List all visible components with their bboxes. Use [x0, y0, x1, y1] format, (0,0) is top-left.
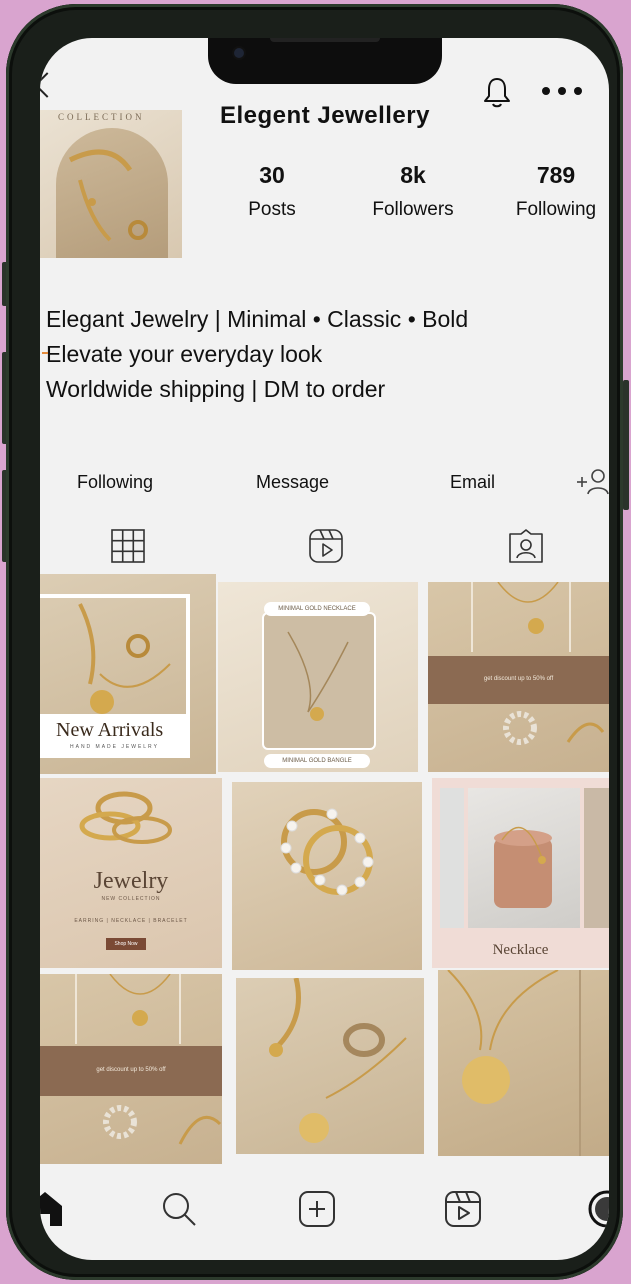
stat-followers-count: 8k: [400, 162, 426, 188]
speaker: [270, 38, 380, 42]
chevron-left-icon[interactable]: [40, 72, 60, 98]
post-subtitle: NEW COLLECTION: [101, 896, 161, 902]
stat-following-count: 789: [536, 162, 576, 188]
avatar-caption: COLLECTION: [58, 112, 145, 122]
post-banner: get discount up to 50% off: [483, 676, 554, 682]
email-button[interactable]: Email: [450, 472, 495, 493]
bio-line: Elevate your everyday look: [46, 341, 323, 367]
post-title: Necklace: [492, 942, 549, 958]
post-necklace[interactable]: Necklace: [432, 778, 609, 968]
post-top-label: MINIMAL GOLD NECKLACE: [264, 602, 370, 616]
avatar[interactable]: COLLECTION: [40, 110, 182, 258]
bell-icon[interactable]: [482, 76, 512, 108]
profile-username: Elegent Jewellery: [220, 102, 430, 129]
post-new-arrivals[interactable]: New Arrivals HAND MADE JEWELRY: [40, 574, 216, 774]
reels-icon[interactable]: [308, 528, 344, 564]
profile-bio: Elegant Jewelry | Minimal • Classic • Bo…: [42, 302, 606, 407]
post-title: New Arrivals: [56, 719, 164, 741]
post-ring-pendant[interactable]: [236, 978, 424, 1154]
notch: [208, 38, 442, 84]
stat-posts[interactable]: 30 Posts: [240, 162, 304, 221]
post-title: Jewelry: [93, 868, 169, 894]
jewelry-illustration: [68, 149, 148, 242]
add-user-icon[interactable]: [576, 468, 609, 496]
app-screen: COLLECTION Elegent Jewellery 30 Posts 8k…: [40, 38, 609, 1260]
post-discount[interactable]: get discount up to 50% off: [428, 582, 609, 772]
post-jewelry[interactable]: Jewelry NEW COLLECTION EARRING | NECKLAC…: [40, 778, 222, 968]
post-tags: EARRING | NECKLACE | BRACELET: [74, 918, 188, 924]
bio-line: Worldwide shipping | DM to order: [46, 376, 386, 402]
bio-line: Elegant Jewelry | Minimal • Classic • Bo…: [46, 306, 469, 332]
home-icon[interactable]: [40, 1190, 64, 1228]
profile-icon[interactable]: [588, 1190, 609, 1228]
stat-followers-label: Followers: [372, 199, 454, 220]
stat-following-label: Following: [515, 199, 597, 220]
post-subtitle: HAND MADE JEWELRY: [70, 744, 159, 750]
reels-icon[interactable]: [444, 1190, 482, 1228]
more-icon[interactable]: [540, 86, 584, 96]
grid-icon[interactable]: [110, 528, 146, 564]
post-banner: get discount up to 50% off: [96, 1067, 166, 1073]
phone-frame: COLLECTION Elegent Jewellery 30 Posts 8k…: [6, 4, 623, 1280]
post-bottom-label: MINIMAL GOLD BANGLE: [264, 754, 370, 768]
search-icon[interactable]: [160, 1190, 198, 1228]
stat-following[interactable]: 789 Following: [508, 162, 604, 221]
create-icon[interactable]: [298, 1190, 336, 1228]
stat-posts-label: Posts: [248, 199, 296, 220]
post-minimal-gold[interactable]: MINIMAL GOLD NECKLACE MINIMAL GOLD BANGL…: [218, 582, 418, 772]
message-button[interactable]: Message: [256, 472, 329, 493]
post-pearl-earrings[interactable]: [232, 782, 422, 970]
camera: [234, 48, 244, 58]
post-pendant-closeup[interactable]: [438, 970, 609, 1156]
stat-posts-count: 30: [259, 162, 285, 188]
stat-followers[interactable]: 8k Followers: [358, 162, 468, 221]
shop-now-button[interactable]: Shop Now: [106, 938, 146, 950]
following-button[interactable]: Following: [77, 472, 153, 493]
post-discount[interactable]: get discount up to 50% off: [40, 974, 222, 1164]
tagged-icon[interactable]: [508, 528, 544, 564]
